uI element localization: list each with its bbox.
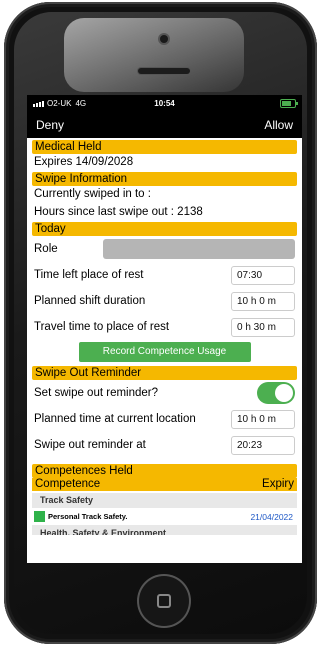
home-square-icon [157, 594, 171, 608]
front-camera-icon [160, 35, 168, 43]
screen-glare [64, 18, 244, 92]
reminder-at-row: Swipe out reminder at 20:23 [32, 432, 297, 458]
role-select[interactable] [103, 239, 295, 259]
app-screen: O2-UK 4G 10:54 Deny Allow Medical Held E… [27, 95, 302, 563]
reminder-at-field[interactable]: 20:23 [231, 435, 295, 455]
travel-label: Travel time to place of rest [34, 321, 170, 333]
set-reminder-row: Set swipe out reminder? [32, 380, 297, 406]
shift-row: Planned shift duration 10 h 0 m [32, 288, 297, 314]
status-square-icon [34, 511, 45, 522]
competence-expiry: 21/04/2022 [250, 511, 293, 522]
planned-time-row: Planned time at current location 10 h 0 … [32, 406, 297, 432]
shift-label: Planned shift duration [34, 295, 146, 307]
competences-table-header: Competence Expiry [32, 478, 297, 491]
medical-expires: Expires 14/09/2028 [34, 156, 134, 168]
shift-duration-field[interactable]: 10 h 0 m [231, 291, 295, 311]
col-expiry: Expiry [262, 478, 294, 490]
time-left-field[interactable]: 07:30 [231, 265, 295, 285]
competences-header: Competences Held [32, 464, 297, 478]
role-label: Role [34, 243, 58, 255]
main-content: Medical Held Expires 14/09/2028 Swipe In… [27, 138, 302, 563]
time-left-label: Time left place of rest [34, 269, 144, 281]
deny-button[interactable]: Deny [36, 118, 64, 132]
record-button-wrap: Record Competence Usage [32, 340, 297, 364]
group-health-safety: Health, Safety & Environment [32, 525, 297, 535]
time-left-row: Time left place of rest 07:30 [32, 262, 297, 288]
set-reminder-label: Set swipe out reminder? [34, 387, 159, 399]
reminder-header: Swipe Out Reminder [32, 366, 297, 380]
competence-name: Personal Track Safety. [48, 512, 128, 521]
reminder-toggle[interactable] [257, 382, 295, 404]
today-header: Today [32, 222, 297, 236]
col-competence: Competence [35, 478, 101, 490]
competence-row[interactable]: Personal Track Safety. 21/04/2022 [32, 508, 297, 525]
earpiece-speaker [138, 68, 190, 74]
hours-since-swipe: Hours since last swipe out : 2138 [34, 206, 203, 218]
currently-swiped: Currently swiped in to : [34, 188, 151, 200]
record-competence-button[interactable]: Record Competence Usage [78, 342, 251, 362]
allow-button[interactable]: Allow [264, 118, 293, 132]
travel-row: Travel time to place of rest 0 h 30 m [32, 314, 297, 340]
swipe-info-header: Swipe Information [32, 172, 297, 186]
toggle-knob [275, 384, 293, 402]
group-track-safety: Track Safety [32, 493, 297, 508]
nav-bar: Deny Allow [27, 112, 302, 138]
reminder-at-label: Swipe out reminder at [34, 439, 146, 451]
status-time: 10:54 [154, 99, 175, 108]
planned-time-field[interactable]: 10 h 0 m [231, 409, 295, 429]
role-row: Role [32, 236, 297, 262]
planned-time-label: Planned time at current location [34, 413, 196, 425]
medical-header: Medical Held [32, 140, 297, 154]
travel-time-field[interactable]: 0 h 30 m [231, 317, 295, 337]
battery-icon [280, 99, 298, 108]
status-bar: O2-UK 4G 10:54 [27, 95, 302, 112]
